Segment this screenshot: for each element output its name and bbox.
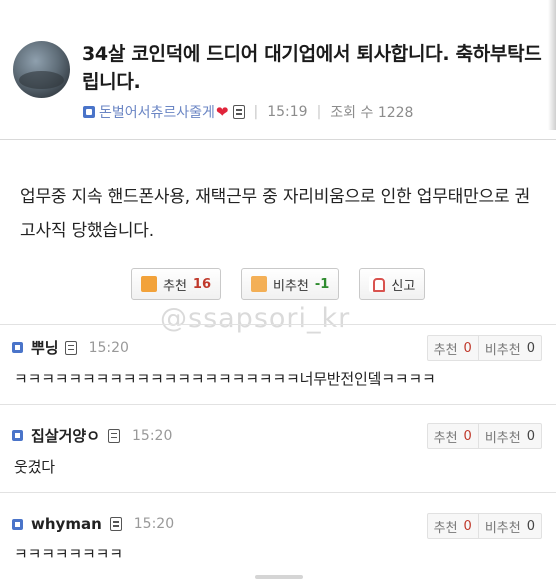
avatar[interactable] bbox=[13, 41, 70, 98]
memo-icon[interactable] bbox=[108, 428, 121, 443]
comment-recommend-count: 0 bbox=[463, 428, 472, 444]
thumbs-down-icon bbox=[251, 276, 268, 292]
comment-not-recommend-button[interactable]: 비추천 0 bbox=[477, 514, 541, 538]
post-title: 34살 코인덕에 드디어 대기업에서 퇴사합니다. 축하부탁드립니다. bbox=[82, 43, 542, 93]
comment-recommend-label: 추천 bbox=[433, 520, 458, 536]
comment-not-recommend-count: 0 bbox=[526, 428, 535, 444]
comment-recommend-button[interactable]: 추천 0 bbox=[428, 424, 478, 448]
report-icon bbox=[369, 276, 386, 292]
comment-not-recommend-label: 비추천 bbox=[484, 430, 521, 446]
not-recommend-count: -1 bbox=[314, 276, 330, 292]
memo-icon[interactable] bbox=[232, 105, 245, 119]
comment-recommend-label: 추천 bbox=[433, 430, 458, 446]
post-meta: 돈벌어서츄르사줄게 ❤ | 15:19 | 조회 수 1228 bbox=[83, 101, 413, 123]
home-indicator bbox=[255, 575, 303, 579]
memo-icon[interactable] bbox=[109, 517, 122, 531]
comment-item: whyman 15:20 추천 0 비추천 0 ㅋㅋㅋㅋㅋㅋㅋㅋ bbox=[0, 492, 556, 579]
post-body: 업무중 지속 핸드폰사용, 재택근무 중 자리비움으로 인한 업무태만으로 권고… bbox=[20, 187, 531, 241]
level-icon bbox=[12, 430, 23, 441]
comment-not-recommend-label: 비추천 bbox=[484, 342, 521, 358]
heart-icon: ❤ bbox=[215, 103, 229, 121]
comment-not-recommend-count: 0 bbox=[526, 340, 535, 356]
report-label: 신고 bbox=[391, 278, 416, 294]
scroll-edge bbox=[548, 0, 556, 130]
comment-author[interactable]: 집살거양ㅇ bbox=[31, 425, 100, 446]
comment-header: whyman 15:20 bbox=[12, 515, 174, 533]
level-icon bbox=[12, 518, 23, 530]
memo-icon[interactable] bbox=[64, 340, 77, 355]
comment-recommend-button[interactable]: 추천 0 bbox=[428, 514, 478, 538]
level-icon bbox=[83, 106, 95, 118]
post-time: 15:19 bbox=[267, 104, 308, 120]
post-header: 34살 코인덕에 드디어 대기업에서 퇴사합니다. 축하부탁드립니다. 돈벌어서… bbox=[0, 0, 556, 140]
comment-text: 웃겼다 bbox=[14, 458, 55, 476]
level-icon bbox=[12, 342, 23, 353]
comment-not-recommend-button[interactable]: 비추천 0 bbox=[477, 424, 541, 448]
comment-recommend-button[interactable]: 추천 0 bbox=[428, 336, 478, 360]
recommend-count: 16 bbox=[192, 276, 212, 292]
comment-text: ㅋㅋㅋㅋㅋㅋㅋㅋ bbox=[14, 545, 123, 563]
comment-time: 15:20 bbox=[132, 427, 173, 444]
divider: | bbox=[253, 104, 259, 120]
comment-header: 뿌닝 15:20 bbox=[12, 337, 129, 358]
comment-vote-box: 추천 0 비추천 0 bbox=[426, 513, 542, 539]
comment-recommend-count: 0 bbox=[463, 518, 472, 534]
thumbs-up-icon bbox=[141, 276, 157, 292]
comment-not-recommend-count: 0 bbox=[526, 518, 535, 534]
vote-bar: 추천 16 비추천 -1 신고 bbox=[131, 268, 426, 300]
recommend-label: 추천 bbox=[163, 278, 187, 294]
comment-recommend-label: 추천 bbox=[433, 342, 458, 358]
author-name[interactable]: 돈벌어서츄르사줄게 bbox=[99, 102, 215, 122]
comment-text: ㅋㅋㅋㅋㅋㅋㅋㅋㅋㅋㅋㅋㅋㅋㅋㅋㅋㅋㅋㅋㅋ너무반전인뎈ㅋㅋㅋㅋ bbox=[14, 370, 436, 388]
comment-time: 15:20 bbox=[133, 516, 175, 532]
comment-vote-box: 추천 0 비추천 0 bbox=[426, 335, 542, 361]
comment-item: 집살거양ㅇ 15:20 추천 0 비추천 0 웃겼다 bbox=[0, 404, 556, 492]
comment-not-recommend-button[interactable]: 비추천 0 bbox=[477, 336, 541, 360]
recommend-button[interactable]: 추천 16 bbox=[131, 268, 222, 300]
divider: | bbox=[316, 104, 322, 120]
not-recommend-label: 비추천 bbox=[273, 278, 309, 294]
comment-time: 15:20 bbox=[88, 339, 129, 356]
comment-vote-box: 추천 0 비추천 0 bbox=[426, 423, 542, 449]
comment-not-recommend-label: 비추천 bbox=[484, 520, 521, 536]
view-count: 조회 수 1228 bbox=[330, 105, 414, 121]
comment-header: 집살거양ㅇ 15:20 bbox=[12, 425, 172, 446]
comment-author[interactable]: whyman bbox=[31, 515, 102, 533]
comment-recommend-count: 0 bbox=[463, 340, 472, 356]
report-button[interactable]: 신고 bbox=[359, 268, 426, 300]
comment-item: 뿌닝 15:20 추천 0 비추천 0 ㅋㅋㅋㅋㅋㅋㅋㅋㅋㅋㅋㅋㅋㅋㅋㅋㅋㅋㅋㅋㅋ너… bbox=[0, 324, 556, 404]
not-recommend-button[interactable]: 비추천 -1 bbox=[241, 268, 340, 300]
comment-author[interactable]: 뿌닝 bbox=[31, 337, 59, 358]
